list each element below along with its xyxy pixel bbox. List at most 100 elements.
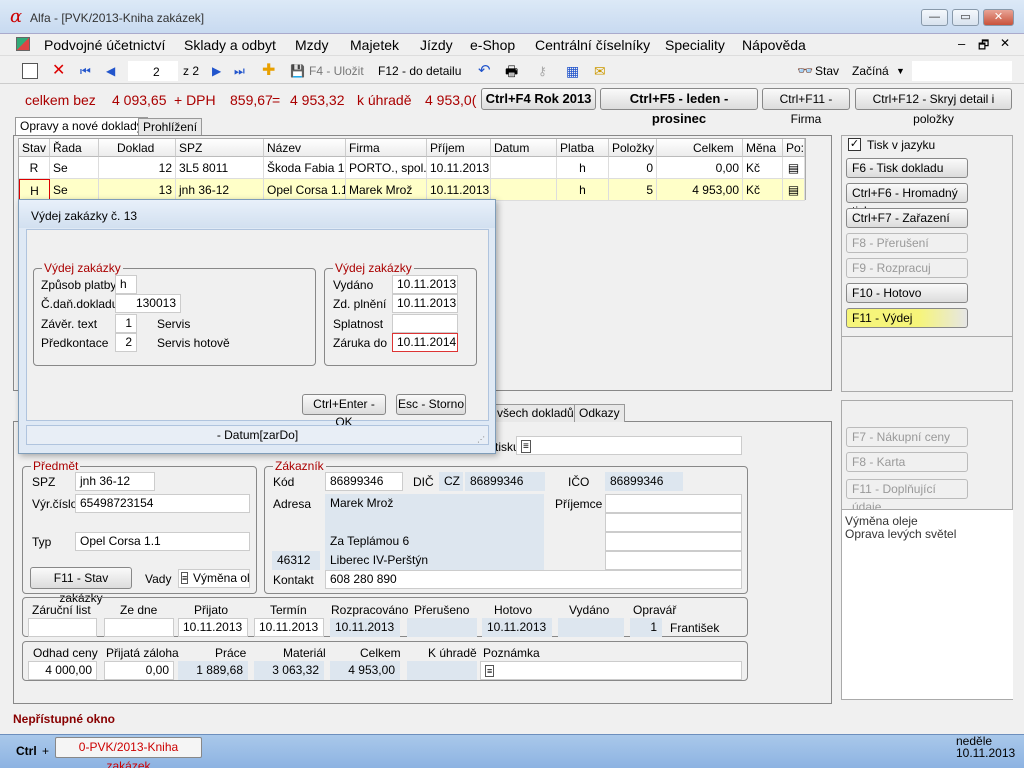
zaver-text-number[interactable]: 1 [115, 314, 137, 333]
tisku-input[interactable]: ≡ [516, 436, 742, 455]
record-number-input[interactable]: 2 [128, 61, 178, 81]
next-record-icon[interactable]: ▶ [212, 61, 221, 81]
vydano-date-field[interactable]: 10.11.2013 [392, 275, 458, 294]
dialog-cancel-button[interactable]: Esc - Storno [396, 394, 466, 415]
filter-input[interactable] [912, 61, 1012, 81]
col-mena[interactable]: Měna [743, 139, 783, 157]
material-field[interactable]: 3 063,32 [254, 661, 324, 680]
col-stav[interactable]: Stav [19, 139, 50, 157]
menu-podvojne[interactable]: Podvojné účetnictví [44, 37, 165, 53]
nakupni-ceny-button[interactable]: F7 - Nákupní ceny [846, 427, 968, 447]
adresa-field[interactable]: Marek Mrož [325, 494, 544, 513]
undo-icon[interactable]: ↶ [478, 61, 491, 81]
celkem-field[interactable]: 4 953,00 [330, 661, 400, 680]
zaloha-field[interactable]: 0,00 [104, 661, 174, 680]
mesto-field[interactable]: Liberec IV-Perštýn [325, 551, 544, 570]
prijemce-field[interactable] [605, 494, 742, 513]
stav-zakazky-button[interactable]: F11 - Stav zakázky [30, 567, 132, 605]
vydej-button[interactable]: F11 - Výdej [846, 308, 968, 328]
delete-icon[interactable]: ✕ [52, 61, 65, 81]
dialog-ok-button[interactable]: Ctrl+Enter - OK [302, 394, 386, 429]
rozpracuj-button[interactable]: F9 - Rozpracuj [846, 258, 968, 278]
cislo-dan-dokladu-field[interactable]: 130013 [115, 294, 181, 313]
app-menu-icon[interactable] [16, 37, 30, 51]
preruseno-field[interactable] [407, 618, 477, 637]
mdi-restore-icon[interactable]: 🗗 [978, 36, 989, 57]
note-icon[interactable]: ▤ [783, 179, 805, 201]
dic-field[interactable]: 86899346 [465, 472, 545, 491]
mdi-close-icon[interactable]: ✕ [1000, 36, 1010, 50]
rozpracovano-field[interactable]: 10.11.2013 [330, 618, 400, 637]
hotovo-button[interactable]: F10 - Hotovo [846, 283, 968, 303]
print-icon[interactable]: 🖶 [505, 61, 518, 81]
task-button[interactable]: 0-PVK/2013-Kniha zakázek [55, 737, 202, 768]
col-celkem[interactable]: Celkem [657, 139, 743, 157]
termin-field[interactable]: 10.11.2013 [254, 618, 324, 637]
firma-button[interactable]: Ctrl+F11 - Firma [762, 88, 850, 126]
zpusob-platby-field[interactable]: h [115, 275, 137, 294]
kod-field[interactable]: 86899346 [325, 472, 403, 491]
col-prijem[interactable]: Příjem [427, 139, 491, 157]
key-icon[interactable]: ⚷ [538, 61, 547, 81]
first-record-icon[interactable]: ⏮ [80, 61, 91, 81]
hide-detail-button[interactable]: Ctrl+F12 - Skryj detail i položky [855, 88, 1012, 126]
menu-speciality[interactable]: Speciality [665, 37, 725, 53]
document-icon[interactable] [22, 63, 38, 79]
mdi-minimize-icon[interactable]: – [958, 36, 965, 51]
preruseni-button[interactable]: F8 - Přerušení [846, 233, 968, 253]
poznamka-field[interactable]: ≡ [480, 661, 742, 680]
col-platba[interactable]: Platba [557, 139, 609, 157]
prijemce2-field[interactable] [605, 513, 742, 532]
col-polozky[interactable]: Položky [609, 139, 657, 157]
menu-majetek[interactable]: Majetek [350, 37, 399, 53]
col-po[interactable]: Po: [783, 139, 805, 157]
year-button[interactable]: Ctrl+F4 Rok 2013 [481, 88, 596, 110]
tab-opravy[interactable]: Opravy a nové doklady [15, 117, 148, 135]
splatnost-field[interactable] [392, 314, 458, 333]
predkontace-number[interactable]: 2 [115, 333, 137, 352]
prijato-field[interactable]: 10.11.2013 [178, 618, 248, 637]
ze-dne-field[interactable] [104, 618, 174, 637]
col-doklad[interactable]: Doklad [99, 139, 176, 157]
dic-country-field[interactable]: CZ [439, 472, 463, 491]
zarucni-list-field[interactable] [28, 618, 97, 637]
col-rada[interactable]: Řada [50, 139, 99, 157]
prev-record-icon[interactable]: ◀ [106, 61, 115, 81]
ico-field[interactable]: 86899346 [605, 472, 683, 491]
note-icon[interactable]: ▤ [783, 157, 805, 179]
menu-ciselniky[interactable]: Centrální číselníky [535, 37, 650, 53]
prijemce3-field[interactable] [605, 532, 742, 551]
detail-button[interactable]: F12 - do detailu [378, 61, 461, 81]
maximize-button[interactable]: ▭ [952, 9, 979, 26]
prijemce4-field[interactable] [605, 551, 742, 570]
k-uhrade-field[interactable] [407, 661, 477, 680]
last-record-icon[interactable]: ⏭ [234, 61, 245, 81]
tab-vsech-dokladu[interactable]: všech dokladů [492, 404, 579, 422]
zd-plneni-field[interactable]: 10.11.2013 [392, 294, 458, 313]
save-icon[interactable]: 💾 [290, 61, 305, 81]
menu-jizdy[interactable]: Jízdy [420, 37, 453, 53]
vady-field[interactable]: Výměna olej [178, 569, 250, 588]
note-icon[interactable]: ≡ [181, 572, 189, 584]
prace-field[interactable]: 1 889,68 [178, 661, 248, 680]
period-button[interactable]: Ctrl+F5 - leden - prosinec [600, 88, 758, 126]
doplnujici-button[interactable]: F11 - Doplňující údaje [846, 479, 968, 514]
opravar-number-field[interactable]: 1 [630, 618, 662, 637]
tab-prohlizeni[interactable]: Prohlížení [138, 118, 203, 136]
zarazeni-button[interactable]: Ctrl+F7 - Zařazení [846, 208, 968, 228]
kontakt-field[interactable]: 608 280 890 [325, 570, 742, 589]
email-icon[interactable]: ✉ [594, 61, 606, 81]
spz-field[interactable]: jnh 36-12 [75, 472, 155, 491]
add-icon[interactable]: ✚ [262, 61, 275, 81]
bulk-print-button[interactable]: Ctrl+F6 - Hromadný tisk [846, 183, 968, 218]
col-spz[interactable]: SPZ [176, 139, 264, 157]
ulice-field[interactable]: Za Teplámou 6 [325, 532, 544, 551]
menu-mzdy[interactable]: Mzdy [295, 37, 328, 53]
col-firma[interactable]: Firma [346, 139, 427, 157]
menu-eshop[interactable]: e-Shop [470, 37, 515, 53]
typ-field[interactable]: Opel Corsa 1.1 [75, 532, 250, 551]
adresa2-field[interactable] [325, 513, 544, 532]
tisk-checkbox[interactable]: ✓ [848, 138, 861, 151]
karta-button[interactable]: F8 - Karta [846, 452, 968, 472]
tab-odkazy[interactable]: Odkazy [574, 404, 625, 422]
